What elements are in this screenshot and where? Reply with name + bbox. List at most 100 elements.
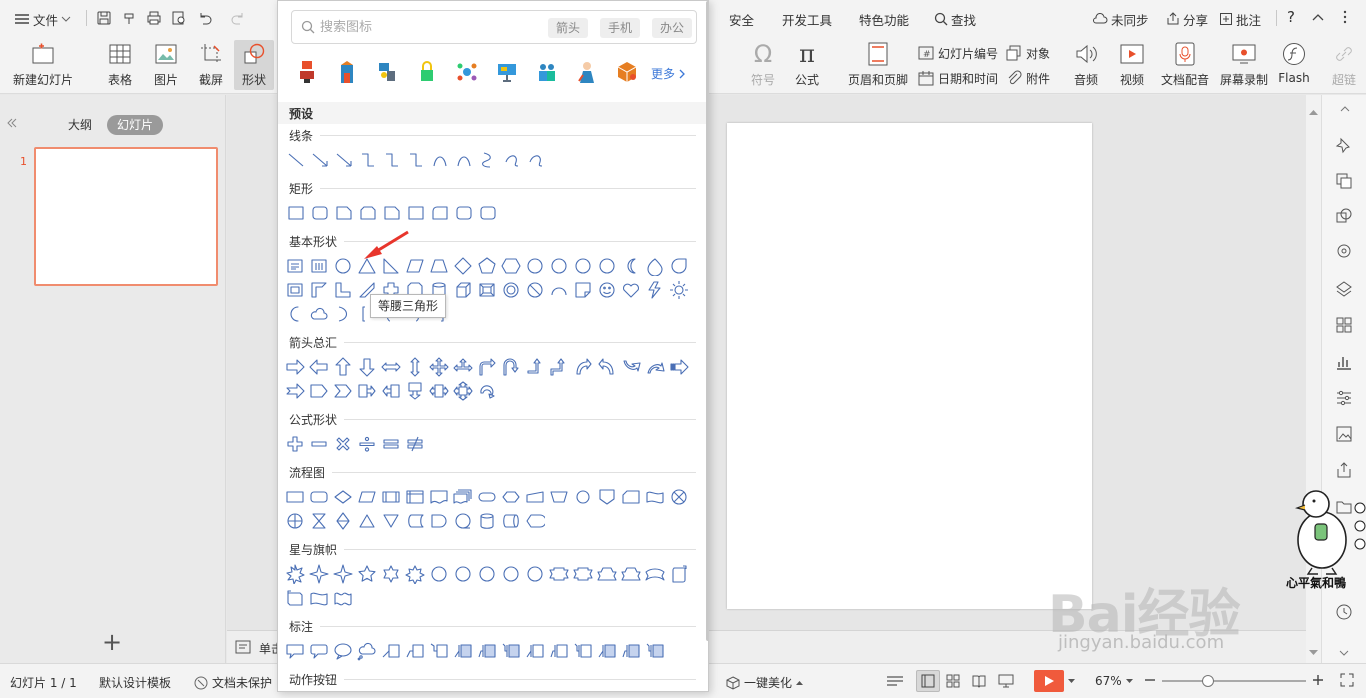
tab-slides[interactable]: 幻灯片	[107, 115, 164, 135]
formula-button[interactable]: π 公式	[786, 40, 828, 90]
shape-term-icon[interactable]	[477, 487, 497, 507]
pin-icon[interactable]	[1335, 137, 1353, 155]
doc-voice-button[interactable]: 文档配音	[1157, 40, 1213, 90]
shape-cube-icon[interactable]	[453, 280, 473, 300]
shape-tri3-icon[interactable]	[453, 357, 473, 377]
collapse-panel-icon[interactable]	[6, 117, 18, 129]
shape-star6-icon[interactable]	[381, 564, 401, 584]
shape-merge-icon[interactable]	[381, 511, 401, 531]
shape-process-icon[interactable]	[285, 487, 305, 507]
shape-num-icon[interactable]	[525, 256, 545, 276]
find-button[interactable]: 查找	[934, 10, 976, 28]
shape-equal-icon[interactable]	[381, 434, 401, 454]
presentation-icon[interactable]	[495, 59, 519, 85]
tag-phone[interactable]: 手机	[600, 18, 641, 38]
shape-star7-icon[interactable]	[405, 564, 425, 584]
shape-magdisk-icon[interactable]	[477, 511, 497, 531]
slide-number-button[interactable]: # 幻灯片编号	[918, 43, 998, 63]
shape-cloudCallout-icon[interactable]	[357, 641, 377, 661]
shape-num-icon[interactable]	[549, 256, 569, 276]
redo-icon[interactable]	[230, 10, 246, 28]
shape-starN-icon[interactable]	[429, 564, 449, 584]
print-icon[interactable]	[146, 10, 162, 28]
shape-ribbonU-icon[interactable]	[621, 564, 641, 584]
shape-collate-icon[interactable]	[309, 511, 329, 531]
building-icon[interactable]	[335, 59, 359, 85]
tag-arrow[interactable]: 箭头	[548, 18, 589, 38]
shape-arrowline-icon[interactable]	[310, 150, 330, 170]
shape-accentCallout2-icon[interactable]	[621, 641, 641, 661]
shape-ribbonU-icon[interactable]	[597, 564, 617, 584]
location-icon[interactable]	[1335, 243, 1353, 261]
shape-times-icon[interactable]	[333, 434, 353, 454]
settings-sliders-icon[interactable]	[1335, 389, 1353, 407]
shape-rrect-icon[interactable]	[310, 203, 330, 223]
shape-multidoc-icon[interactable]	[453, 487, 473, 507]
shape-snip-icon[interactable]	[334, 203, 354, 223]
shape-circle-icon[interactable]	[333, 256, 353, 276]
export-icon[interactable]	[1335, 461, 1353, 479]
shape-seqdata-icon[interactable]	[453, 511, 473, 531]
shape-offpage-icon[interactable]	[597, 487, 617, 507]
layers-icon[interactable]	[1335, 280, 1353, 298]
zoom-slider-handle[interactable]	[1202, 675, 1214, 687]
shape-snip2-icon[interactable]	[358, 203, 378, 223]
shape-calloutL-icon[interactable]	[381, 381, 401, 401]
grid-icon[interactable]	[1335, 316, 1353, 334]
shape-star4-icon[interactable]	[333, 564, 353, 584]
shape-moon2-icon[interactable]	[285, 304, 305, 324]
shape-drop-icon[interactable]	[669, 256, 689, 276]
shape-pentArrow-icon[interactable]	[309, 381, 329, 401]
shape-altproc-icon[interactable]	[309, 487, 329, 507]
shape-display-icon[interactable]	[525, 511, 545, 531]
shape-lineCallout3-icon[interactable]	[429, 641, 449, 661]
shape-lup-icon[interactable]	[525, 357, 545, 377]
shape-borderCallout1-icon[interactable]	[525, 641, 545, 661]
shape-accentCallout3-icon[interactable]	[645, 641, 665, 661]
shape-manop-icon[interactable]	[549, 487, 569, 507]
zoom-slider[interactable]	[1162, 680, 1306, 682]
new-slide-button[interactable]: 新建幻灯片	[10, 40, 76, 90]
slide-thumbnail[interactable]	[34, 147, 218, 286]
shape-lrarrow-icon[interactable]	[381, 357, 401, 377]
shape-bevel-icon[interactable]	[477, 280, 497, 300]
datetime-button[interactable]: 日期和时间	[918, 68, 998, 88]
shape-elbow-icon[interactable]	[382, 150, 402, 170]
shape-fold-icon[interactable]	[573, 280, 593, 300]
save-icon[interactable]	[96, 10, 112, 28]
shape-card-icon[interactable]	[621, 487, 641, 507]
shape-smile-icon[interactable]	[597, 280, 617, 300]
shape-star4-icon[interactable]	[309, 564, 329, 584]
tab-developer[interactable]: 开发工具	[782, 10, 832, 29]
shape-penta-icon[interactable]	[477, 256, 497, 276]
network-icon[interactable]	[455, 59, 479, 85]
shape-donut-icon[interactable]	[501, 280, 521, 300]
shape-data-icon[interactable]	[357, 487, 377, 507]
scroll-up-icon[interactable]	[1309, 109, 1318, 115]
shape-calloutR-icon[interactable]	[357, 381, 377, 401]
screenshot-button[interactable]: 截屏	[190, 40, 232, 90]
shape-hscroll-icon[interactable]	[285, 588, 305, 608]
play-button[interactable]	[1034, 670, 1064, 692]
more-icons-link[interactable]: 更多	[651, 65, 685, 82]
shape-borderCallout2-icon[interactable]	[549, 641, 569, 661]
shape-accentCallout1-icon[interactable]	[453, 641, 473, 661]
shape-stripeR-icon[interactable]	[669, 357, 689, 377]
shape-decision-icon[interactable]	[333, 487, 353, 507]
shape-stored-icon[interactable]	[405, 511, 425, 531]
shape-moon-icon[interactable]	[621, 256, 641, 276]
shape-explosion-icon[interactable]	[285, 564, 305, 584]
shape-intstor-icon[interactable]	[405, 487, 425, 507]
shape-curve-icon[interactable]	[454, 150, 474, 170]
tab-security[interactable]: 安全	[729, 10, 754, 29]
shape-rectCallout-icon[interactable]	[285, 641, 305, 661]
shape-starN-icon[interactable]	[501, 564, 521, 584]
shape-uarrow-icon[interactable]	[333, 357, 353, 377]
shape-arrowline-icon[interactable]	[334, 150, 354, 170]
icon-search-input[interactable]	[320, 18, 520, 36]
package-icon[interactable]	[615, 59, 639, 85]
shape-bentup-icon[interactable]	[549, 357, 569, 377]
shape-elbow-icon[interactable]	[358, 150, 378, 170]
hyperlink-button[interactable]: 超链	[1322, 40, 1366, 90]
grid-view-icon[interactable]	[946, 674, 960, 688]
